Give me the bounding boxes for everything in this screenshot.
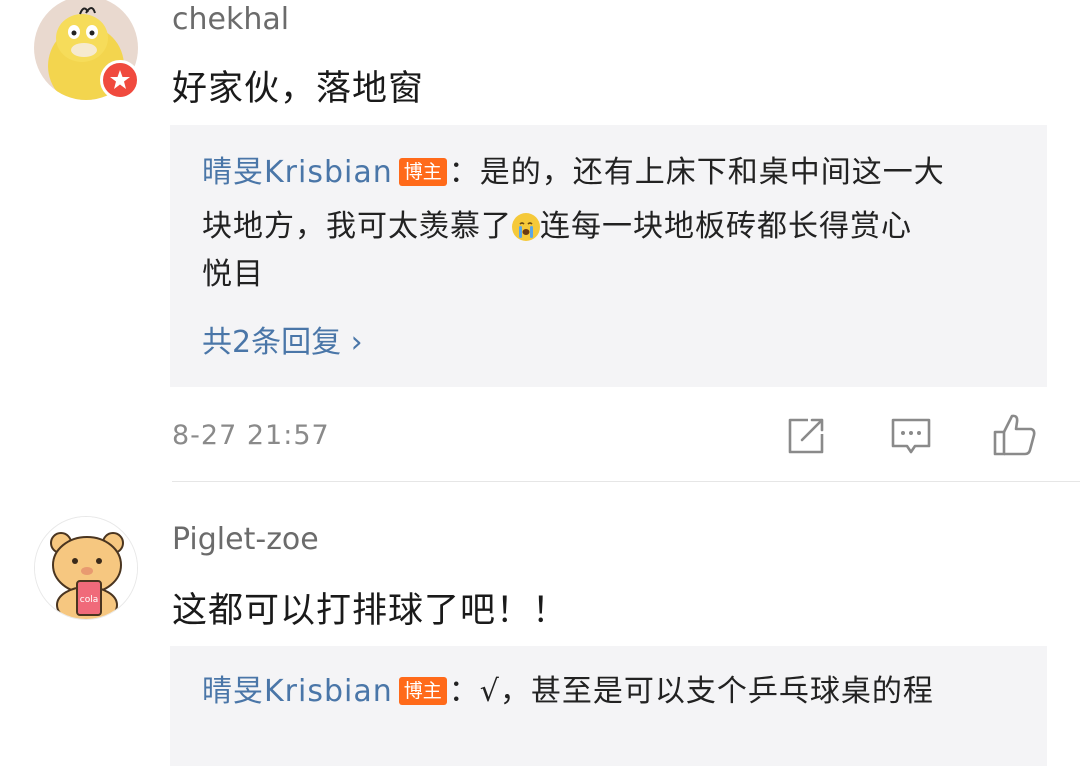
reply-text: 块地方，我可太羡慕了: [202, 209, 512, 244]
verified-badge-icon: [100, 60, 140, 100]
reply-line: 晴旻Krisbian 博主 ：是的，还有上床下和桌中间这一大: [202, 153, 945, 193]
replier-name[interactable]: 晴旻Krisbian: [202, 674, 393, 709]
comment-username[interactable]: Piglet-zoe: [172, 522, 319, 557]
comment-text: 这都可以打排球了吧！！: [172, 591, 569, 631]
crying-emoji-icon: [512, 213, 540, 241]
reply-line: 晴旻Krisbian 博主 ：√，甚至是可以支个乒乓球桌的程: [202, 672, 934, 712]
reply-preview-box[interactable]: 晴旻Krisbian 博主 ：是的，还有上床下和桌中间这一大 块地方，我可太羡慕了连…: [170, 125, 1047, 387]
host-badge: 博主: [398, 158, 447, 186]
reply-text: 连每一块地板砖都长得赏心: [540, 209, 912, 244]
share-icon[interactable]: [784, 414, 828, 458]
reply-text: ：√，甚至是可以支个乒乓球桌的程: [448, 674, 934, 709]
thumbs-up-icon[interactable]: [992, 412, 1036, 456]
comment-item: chekhal 好家伙，落地窗 晴旻Krisbian 博主 ：是的，还有上床下和桌中…: [0, 0, 1080, 482]
comment-username[interactable]: chekhal: [172, 2, 289, 37]
reply-text: ：是的，还有上床下和桌中间这一大: [448, 155, 945, 190]
replier-name[interactable]: 晴旻Krisbian: [202, 155, 393, 190]
reply-text: 悦目: [202, 257, 264, 292]
avatar[interactable]: cola: [34, 516, 138, 620]
reply-line: 块地方，我可太羡慕了 连每一块地板砖都长得赏心: [202, 207, 912, 247]
reply-preview-box[interactable]: 晴旻Krisbian 博主 ：√，甚至是可以支个乒乓球桌的程: [170, 646, 1047, 766]
view-all-replies-link[interactable]: 共2条回复 ›: [202, 317, 363, 361]
bear-avatar-image: cola: [35, 517, 137, 619]
host-badge: 博主: [398, 677, 447, 705]
reply-line: 悦目: [202, 255, 264, 295]
cup-label: cola: [80, 595, 98, 605]
comment-item: cola Piglet-zoe 这都可以打排球了吧！！ 晴旻Krisbian 博主…: [0, 482, 1080, 766]
comment-text: 好家伙，落地窗: [172, 69, 425, 109]
comment-timestamp: 8-27 21:57: [172, 420, 330, 451]
comment-icon[interactable]: [889, 414, 933, 458]
